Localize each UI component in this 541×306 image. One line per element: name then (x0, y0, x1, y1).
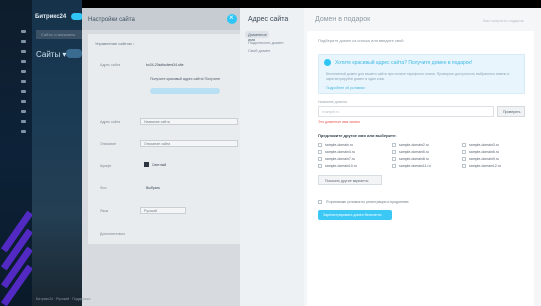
suggestion-label: sample-domain5.ru (399, 150, 429, 154)
checkbox[interactable] (392, 164, 396, 168)
field-label: Адрес сайта (100, 63, 121, 67)
checkbox[interactable] (318, 164, 322, 168)
sites-title[interactable]: Сайты ▾ (36, 50, 66, 59)
domain-name-label: Название домена (318, 100, 347, 104)
checkbox[interactable] (462, 164, 466, 168)
checkbox[interactable] (318, 157, 322, 161)
footer-text: Битрикс24 · Русский · Поддержка (36, 297, 91, 301)
input-value: Название сайта (144, 120, 170, 124)
field-label: Описание (100, 142, 117, 146)
suggestion-label: sample-domain10.ru (325, 164, 357, 168)
field-label: Шрифт (100, 164, 112, 168)
suggestions-title: Предложите другое имя или выберите: (318, 133, 397, 138)
font-value: Светлый (152, 163, 167, 167)
suggestion-label: sample-domain3.ru (469, 143, 499, 147)
color-swatch[interactable] (144, 162, 149, 167)
input-value: Описание сайта (144, 142, 171, 146)
suggestion-label: sample-domain8.ru (399, 157, 429, 161)
checkbox[interactable] (462, 157, 466, 161)
suggestion-label: sample-domain.ru (325, 143, 354, 147)
promo-text: Бесплатный домен для вашего сайта при оп… (326, 72, 510, 81)
description-input[interactable]: Описание сайта (140, 140, 238, 147)
promo-title: Хотите красивый адрес сайта? Получите до… (335, 60, 473, 66)
checkbox[interactable] (392, 150, 396, 154)
suggestion-label: sample-domain2.ru (399, 143, 429, 147)
checkbox[interactable] (318, 143, 322, 147)
menu-icon[interactable] (21, 30, 26, 33)
close-icon[interactable] (227, 13, 237, 24)
agree-checkbox[interactable] (318, 200, 322, 204)
menu-title: Адрес сайта (248, 16, 289, 23)
crm-icon[interactable] (21, 90, 26, 93)
field-label: Адрес сайта (100, 120, 121, 124)
tab-sites[interactable]: Сайты и магазины (36, 30, 84, 39)
feed-icon[interactable] (21, 40, 26, 43)
checkbox[interactable] (318, 150, 322, 154)
checkbox[interactable] (392, 143, 396, 147)
tab-label: Сайты и магазины (41, 32, 76, 37)
background-value[interactable]: Выбрать (146, 186, 160, 190)
select-value: Русский (144, 209, 157, 213)
info-icon (324, 59, 331, 66)
checkbox[interactable] (462, 143, 466, 147)
more-label: Показать другие варианты (325, 179, 369, 183)
field-label: Фон (100, 186, 107, 190)
page-title: Домен в подарок (315, 16, 371, 23)
settings-title: Настройки сайта (88, 17, 135, 23)
drive-icon[interactable] (21, 80, 26, 83)
site-address-value: bx24-20sdfsclient24.site (146, 63, 184, 67)
domain-name-input[interactable]: example.ru (318, 106, 494, 117)
settings-icon[interactable] (21, 130, 26, 133)
language-select[interactable]: Русский (140, 207, 186, 214)
suggestion-label: sample-domain11.ru (399, 164, 431, 168)
store-icon[interactable] (21, 120, 26, 123)
get-domain-button[interactable] (150, 88, 220, 94)
check-label: Проверить (503, 110, 521, 114)
suggestion-label: sample-domain6.ru (469, 150, 499, 154)
menu-item-connect-domain[interactable]: Подключить домен (248, 40, 283, 45)
checkbox[interactable] (462, 150, 466, 154)
help-link[interactable]: Как получить подарок (483, 18, 523, 23)
site-address-hint: Получите красивый адрес сайта! Получите (150, 77, 221, 81)
input-placeholder: example.ru (322, 110, 340, 114)
settings-subtitle[interactable]: Управление сайтом ↓ (95, 41, 135, 46)
register-label: Зарегистрировать домен бесплатно (323, 213, 382, 217)
promo-link[interactable]: Подробнее об условиях (326, 86, 365, 90)
contacts-icon[interactable] (21, 100, 26, 103)
error-message: Это доменное имя занято (318, 120, 361, 124)
menu-item-domain-name[interactable]: Доменное имя (245, 31, 269, 42)
sites-icon[interactable] (21, 110, 26, 113)
chat-icon[interactable] (21, 60, 26, 63)
more-options-button[interactable]: Показать другие варианты (318, 175, 382, 185)
tasks-icon[interactable] (21, 50, 26, 53)
create-site-button[interactable] (66, 49, 82, 58)
more-settings-link[interactable]: Дополнительно (100, 232, 125, 236)
bitrix-background (32, 0, 82, 306)
bitrix-logo[interactable]: Битрикс24 (35, 14, 66, 20)
field-label: Язык (100, 209, 109, 213)
register-button[interactable]: Зарегистрировать домен бесплатно (318, 210, 392, 220)
check-button[interactable]: Проверить (497, 106, 525, 117)
calendar-icon[interactable] (21, 70, 26, 73)
left-sidebar (0, 0, 34, 306)
screen: Битрикс24 Сайты и магазины Сайты ▾ Настр… (0, 0, 541, 306)
suggestion-label: sample-domain7.ru (325, 157, 355, 161)
checkbox[interactable] (392, 157, 396, 161)
suggestion-label: sample-domain4.ru (325, 150, 355, 154)
site-name-input[interactable]: Название сайта (140, 118, 238, 125)
suggestion-label: sample-domain9.ru (469, 157, 499, 161)
menu-item-own-domain[interactable]: Свой домен (248, 48, 270, 53)
suggestion-label: sample-domain12.ru (469, 164, 501, 168)
agree-text: Я принимаю условия по регистрации и прод… (326, 200, 409, 204)
pick-label: Подберите домен из списка или введите св… (318, 38, 404, 43)
